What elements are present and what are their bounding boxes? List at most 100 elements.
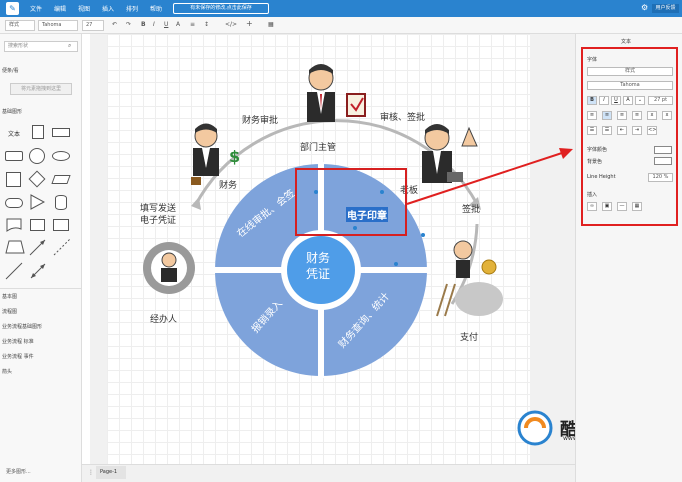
red-pointer-arrow (406, 148, 573, 205)
shape-hexagon[interactable] (5, 198, 23, 208)
rp-style-select[interactable]: 样式 (587, 67, 673, 76)
page-menu-icon[interactable]: ⋮ (88, 469, 94, 476)
shape-triangle[interactable] (29, 194, 45, 210)
shape-ellipse[interactable] (52, 151, 70, 161)
align-icon[interactable]: ≡ (190, 21, 195, 28)
underline-icon[interactable]: U (164, 21, 168, 28)
rp-align-left-icon[interactable]: ≡ (587, 111, 597, 120)
search-icon[interactable]: ⌕ (68, 42, 71, 50)
shape-line[interactable] (5, 262, 23, 280)
rp-number-list-icon[interactable]: ☰ (602, 126, 612, 135)
insert-section-label: 插入 (587, 192, 598, 198)
line-spacing-icon[interactable]: ↕ (204, 21, 209, 28)
rp-align-center-icon[interactable]: ≡ (602, 111, 612, 120)
undo-icon[interactable]: ↶ (112, 21, 117, 28)
rp-size-down-icon[interactable]: ⌄ (635, 96, 645, 105)
page-tab[interactable]: Page-1 (96, 466, 126, 479)
shape-trapezoid[interactable] (5, 240, 25, 254)
label-finance-approval: 财务审批 (242, 116, 279, 126)
menu-view[interactable]: 视图 (78, 4, 90, 13)
panel-divider (0, 288, 82, 289)
font-select[interactable]: Tahoma (38, 20, 78, 31)
shape-rounded-rect[interactable] (5, 151, 23, 161)
selected-element-highlight[interactable] (295, 168, 407, 236)
rp-font-size-input[interactable]: 27 pt (648, 96, 673, 105)
redo-icon[interactable]: ↷ (126, 21, 131, 28)
rp-superscript-icon[interactable]: x (662, 111, 672, 120)
feedback-button[interactable]: 用户反馈 (652, 4, 679, 13)
shape-double-arrow[interactable] (29, 262, 47, 280)
rp-subscript-icon[interactable]: x (647, 111, 657, 120)
style-select[interactable]: 样式 (5, 20, 35, 31)
rp-outdent-icon[interactable]: ⇤ (617, 126, 627, 135)
app-logo-icon[interactable]: ✎ (6, 2, 19, 15)
rp-insert-table-icon[interactable]: ▦ (632, 202, 642, 211)
menu-insert[interactable]: 插入 (102, 4, 114, 13)
shape-circle[interactable] (29, 148, 45, 164)
format-panel-title[interactable]: 文本 (621, 38, 631, 45)
label-payment: 支付 (460, 333, 479, 343)
person-finance-icon: $ (191, 123, 240, 185)
font-size-select[interactable]: 27 (82, 20, 104, 31)
html-code-icon[interactable]: </> (225, 21, 237, 28)
label-fill-submit-2: 电子凭证 (140, 216, 177, 226)
shape-note[interactable] (32, 125, 44, 139)
center-label-2: 凭证 (306, 267, 331, 281)
section-basic-shapes[interactable]: 基础图形 (2, 108, 22, 115)
label-dept-head: 部门主管 (300, 143, 337, 153)
rp-indent-icon[interactable]: ⇥ (632, 126, 642, 135)
svg-text:$: $ (229, 147, 240, 166)
person-handler-gear-icon (143, 242, 195, 294)
rp-html-icon[interactable]: <> (647, 126, 657, 135)
menu-arrange[interactable]: 排列 (126, 4, 138, 13)
bg-color-swatch[interactable] (654, 157, 672, 165)
section-bpmn-basic[interactable]: 业务流程基础图形 (2, 323, 42, 330)
settings-gear-icon[interactable]: ⚙ (641, 3, 648, 12)
menu-file[interactable]: 文件 (30, 4, 42, 13)
shape-process[interactable] (30, 219, 45, 231)
rp-align-right-icon[interactable]: ≡ (617, 111, 627, 120)
line-height-input[interactable]: 120 % (648, 173, 673, 182)
shape-parallelogram[interactable] (51, 175, 71, 184)
shape-document[interactable] (6, 218, 22, 232)
rp-insert-link-icon[interactable]: ∞ (587, 202, 597, 211)
menu-edit[interactable]: 编辑 (54, 4, 66, 13)
coozhi-logo-icon (517, 410, 553, 446)
rp-align-justify-icon[interactable]: ≡ (632, 111, 642, 120)
rp-insert-image-icon[interactable]: ▣ (602, 202, 612, 211)
section-arrows[interactable]: 箭头 (2, 368, 12, 375)
shape-text[interactable]: 文本 (8, 129, 20, 138)
font-color-icon[interactable]: A (176, 21, 180, 28)
label-review-sign: 审核、签批 (380, 113, 426, 123)
rp-bullet-list-icon[interactable]: ☰ (587, 126, 597, 135)
shape-card[interactable] (53, 219, 69, 231)
rp-font-color-button[interactable]: A (623, 96, 633, 105)
shape-dashed-line[interactable] (53, 238, 71, 256)
shape-search-input[interactable]: 搜索形状 (4, 41, 78, 52)
section-flowchart[interactable]: 流程图 (2, 308, 17, 315)
bold-icon[interactable]: B (141, 21, 146, 28)
italic-icon[interactable]: I (153, 21, 155, 28)
center-label-1: 财务 (306, 251, 331, 265)
section-bpmn-event[interactable]: 业务流程 事件 (2, 353, 34, 360)
shape-cylinder[interactable] (55, 195, 67, 210)
table-icon[interactable]: ▦ (268, 21, 274, 28)
rp-bold-button[interactable]: B (587, 96, 597, 105)
more-shapes-link[interactable]: 更多图形... (6, 468, 31, 475)
notes-drop-zone[interactable]: 将元素拖拽到这里 (10, 83, 72, 95)
shape-square[interactable] (6, 172, 21, 187)
shape-rectangle[interactable] (52, 128, 70, 137)
person-dept-head-icon (307, 64, 366, 122)
section-notes[interactable]: 便条/看 (2, 67, 19, 74)
section-basic-diagram[interactable]: 基本图 (2, 293, 17, 300)
unsaved-notice-button[interactable]: 有未保存的修改,点击此保存 (173, 3, 269, 14)
rp-font-select[interactable]: Tahoma (587, 81, 673, 90)
insert-plus-icon[interactable]: + (246, 19, 253, 28)
rp-underline-button[interactable]: U (611, 96, 621, 105)
shape-arrow-line[interactable] (29, 238, 47, 256)
section-bpmn-standard[interactable]: 业务流程 标准 (2, 338, 34, 345)
text-color-swatch[interactable] (654, 146, 672, 154)
rp-insert-hr-icon[interactable]: — (617, 202, 627, 211)
menu-help[interactable]: 帮助 (150, 4, 162, 13)
rp-italic-button[interactable]: I (599, 96, 609, 105)
